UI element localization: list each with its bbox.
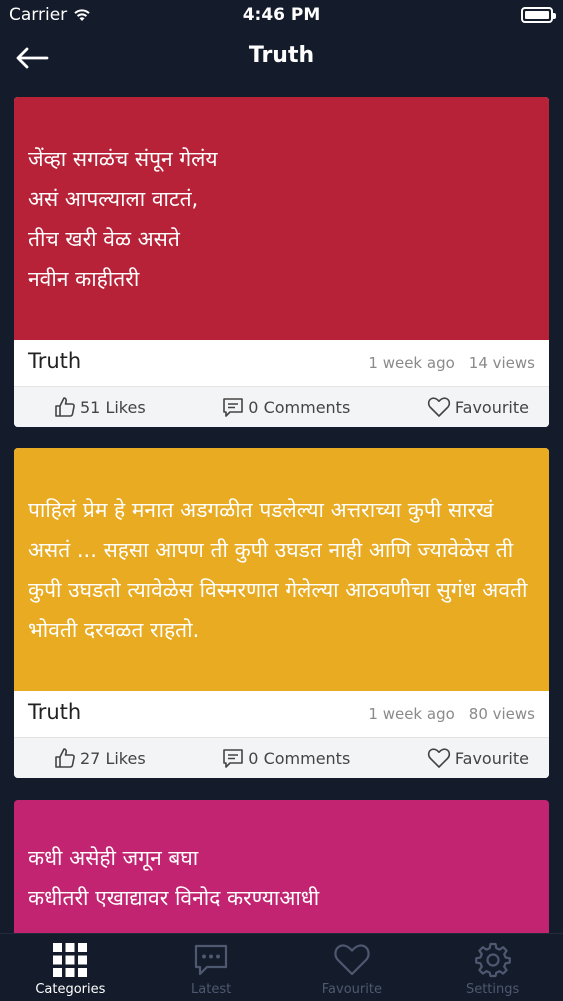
quote-text: पाहिलं प्रेम हे मनात अडगळीत पडलेल्या अत्… bbox=[28, 497, 528, 642]
view-count: 14 views bbox=[468, 354, 535, 372]
quote-card[interactable]: पाहिलं प्रेम हे मनात अडगळीत पडलेल्या अत्… bbox=[14, 448, 549, 778]
like-count: 27 Likes bbox=[80, 748, 146, 768]
navigation-bar: Truth bbox=[0, 30, 563, 88]
quote-card[interactable]: कधी असेही जगून बघा कधीतरी एखाद्यावर विनो… bbox=[14, 800, 549, 933]
favourite-button[interactable]: Favourite bbox=[427, 396, 529, 418]
comment-button[interactable]: 0 Comments bbox=[222, 747, 350, 769]
comment-count: 0 Comments bbox=[248, 748, 351, 768]
chat-bubble-icon bbox=[195, 944, 228, 976]
status-time: 4:46 PM bbox=[242, 5, 321, 25]
quote-body[interactable]: कधी असेही जगून बघा कधीतरी एखाद्यावर विनो… bbox=[14, 800, 549, 933]
comment-button[interactable]: 0 Comments bbox=[222, 396, 350, 418]
category-label: Truth bbox=[28, 349, 82, 373]
like-button[interactable]: 27 Likes bbox=[54, 747, 146, 769]
thumbs-up-icon bbox=[55, 397, 75, 417]
gear-icon bbox=[474, 942, 511, 978]
tab-label: Favourite bbox=[321, 982, 382, 997]
tab-label: Settings bbox=[465, 982, 520, 997]
card-actions: 27 Likes 0 Comments Favourite bbox=[14, 738, 549, 778]
like-button[interactable]: 51 Likes bbox=[54, 396, 146, 418]
grid-icon bbox=[53, 943, 88, 977]
thumbs-up-icon bbox=[55, 748, 75, 768]
card-meta: Truth 1 week ago 14 views bbox=[14, 340, 549, 387]
quote-card[interactable]: जेंव्हा सगळंच संपून गेलंय असं आपल्याला व… bbox=[14, 97, 549, 427]
tab-label: Categories bbox=[35, 982, 106, 997]
favourite-label: Favourite bbox=[454, 748, 529, 768]
like-count: 51 Likes bbox=[80, 397, 146, 417]
tab-latest[interactable]: Latest bbox=[141, 934, 282, 1001]
view-count: 80 views bbox=[468, 705, 535, 723]
favourite-label: Favourite bbox=[454, 397, 529, 417]
time-ago: 1 week ago bbox=[368, 705, 455, 723]
page-title: Truth bbox=[248, 43, 315, 68]
quote-body[interactable]: जेंव्हा सगळंच संपून गेलंय असं आपल्याला व… bbox=[14, 97, 549, 340]
quote-text: जेंव्हा सगळंच संपून गेलंय असं आपल्याला व… bbox=[28, 146, 218, 291]
card-meta: Truth 1 week ago 80 views bbox=[14, 691, 549, 738]
heart-icon bbox=[427, 397, 451, 417]
quote-text: कधी असेही जगून बघा कधीतरी एखाद्यावर विनो… bbox=[28, 846, 320, 910]
quote-feed[interactable]: जेंव्हा सगळंच संपून गेलंय असं आपल्याला व… bbox=[0, 97, 563, 933]
tab-settings[interactable]: Settings bbox=[422, 934, 563, 1001]
tab-bar: Categories Latest Favourite Settings bbox=[0, 933, 563, 1001]
comment-icon bbox=[223, 398, 244, 417]
heart-icon bbox=[334, 944, 370, 976]
card-actions: 51 Likes 0 Comments Favourite bbox=[14, 387, 549, 427]
comment-icon bbox=[223, 749, 244, 768]
heart-icon bbox=[427, 748, 451, 768]
time-ago: 1 week ago bbox=[368, 354, 455, 372]
tab-favourite[interactable]: Favourite bbox=[282, 934, 423, 1001]
status-bar: Carrier 4:46 PM bbox=[0, 0, 563, 30]
battery-icon bbox=[521, 7, 556, 23]
tab-categories[interactable]: Categories bbox=[0, 934, 141, 1001]
quote-body[interactable]: पाहिलं प्रेम हे मनात अडगळीत पडलेल्या अत्… bbox=[14, 448, 549, 691]
category-label: Truth bbox=[28, 700, 82, 724]
favourite-button[interactable]: Favourite bbox=[427, 747, 529, 769]
comment-count: 0 Comments bbox=[248, 397, 351, 417]
tab-label: Latest bbox=[191, 982, 232, 997]
